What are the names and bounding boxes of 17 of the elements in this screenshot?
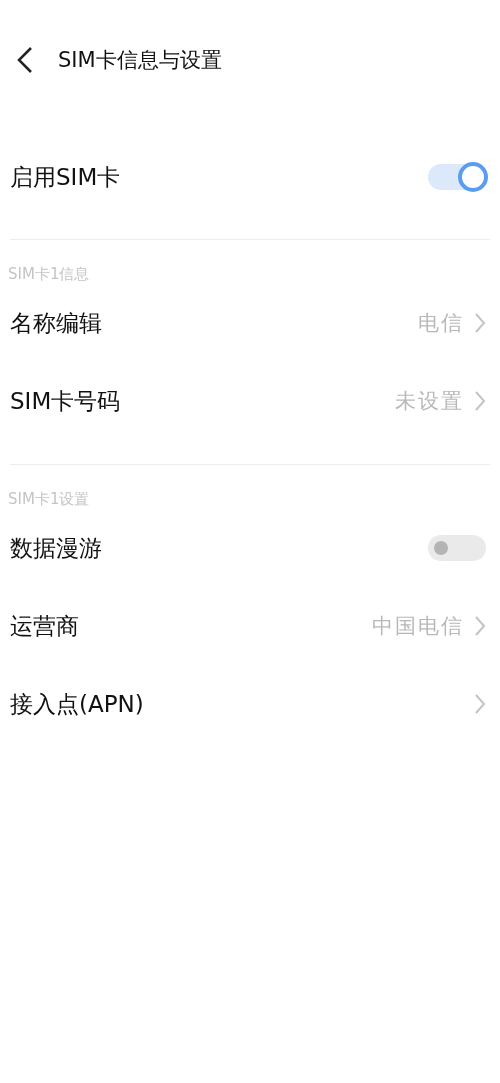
toggle-switch[interactable] — [428, 535, 486, 561]
chevron-icon — [474, 615, 486, 637]
setting-label: 运营商 — [10, 611, 79, 641]
setting-value: 电信 — [418, 310, 464, 337]
setting-label: 名称编辑 — [10, 308, 102, 338]
chevron-icon — [474, 390, 486, 412]
setting-value: 未设置 — [395, 388, 464, 415]
chevron-icon — [474, 693, 486, 715]
setting-label: 启用SIM卡 — [10, 162, 121, 192]
setting-label: 数据漫游 — [10, 533, 102, 563]
setting-value: 中国电信 — [372, 613, 464, 640]
section-title: SIM卡1信息 — [7, 264, 91, 284]
page-title: SIM卡信息与设置 — [58, 47, 222, 74]
setting-label: 接入点(APN) — [10, 689, 144, 719]
toggle-switch[interactable] — [428, 164, 486, 190]
chevron-icon — [474, 312, 486, 334]
setting-label: SIM卡号码 — [10, 386, 121, 416]
